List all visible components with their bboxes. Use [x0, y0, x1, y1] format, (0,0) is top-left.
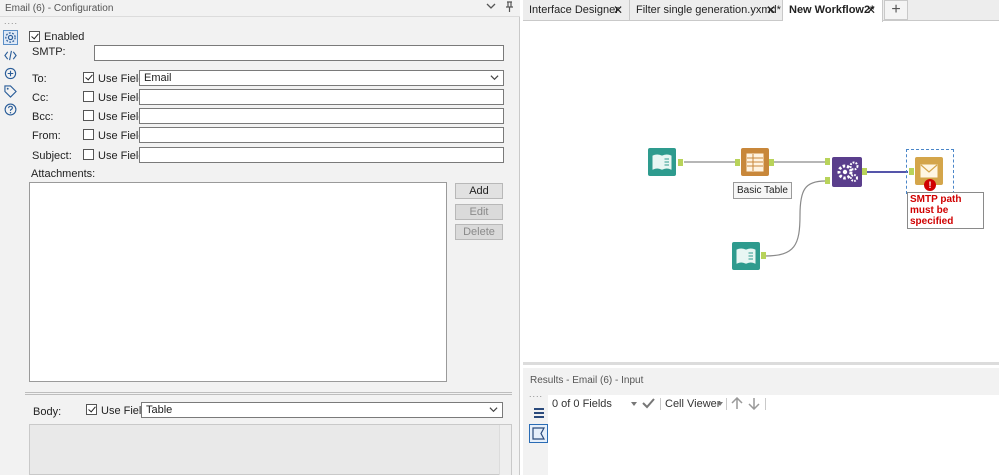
- data-list-icon[interactable]: [529, 403, 548, 422]
- checkmark-icon[interactable]: [642, 397, 655, 412]
- layout-tool[interactable]: [832, 157, 862, 187]
- output-anchor[interactable]: [678, 159, 683, 166]
- results-toolbar: 0 of 0 Fields Cell Viewer: [548, 395, 999, 413]
- input-anchor[interactable]: [909, 168, 914, 175]
- input-data-tool[interactable]: [648, 148, 676, 176]
- table-icon: [746, 153, 764, 172]
- gears-icon: [837, 161, 859, 182]
- arrow-up-icon[interactable]: [731, 396, 743, 413]
- toolbar-separator: [726, 398, 727, 410]
- book-icon: [652, 154, 672, 170]
- fields-count: 0 of 0 Fields: [552, 398, 612, 410]
- input-data-tool-2[interactable]: [732, 242, 760, 270]
- cell-viewer-dropdown-arrow-icon[interactable]: [716, 399, 724, 411]
- toolbar-separator: [765, 398, 766, 410]
- input-anchor[interactable]: [735, 159, 740, 166]
- input-anchor[interactable]: [825, 158, 830, 165]
- output-anchor[interactable]: [862, 168, 867, 175]
- fields-dropdown-arrow-icon[interactable]: [630, 399, 638, 411]
- results-title: Results - Email (6) - Input: [530, 375, 644, 386]
- grip-dots: ....: [529, 389, 544, 399]
- output-anchor[interactable]: [769, 159, 774, 166]
- book-icon: [736, 248, 756, 264]
- results-grid[interactable]: [548, 413, 999, 475]
- toolbar-separator: [660, 398, 661, 410]
- results-panel: Results - Email (6) - Input .... 0 of 0 …: [523, 368, 999, 475]
- error-icon: !: [924, 179, 936, 191]
- input-anchor[interactable]: [825, 177, 830, 184]
- output-anchor[interactable]: [761, 252, 766, 259]
- messages-icon[interactable]: [529, 424, 548, 443]
- basic-table-tool[interactable]: [741, 148, 769, 176]
- basic-table-annotation: Basic Table: [733, 182, 792, 199]
- smtp-error-message: SMTP path must be specified: [907, 192, 984, 229]
- cell-viewer-label[interactable]: Cell Viewer: [665, 398, 720, 410]
- arrow-down-icon[interactable]: [748, 397, 760, 413]
